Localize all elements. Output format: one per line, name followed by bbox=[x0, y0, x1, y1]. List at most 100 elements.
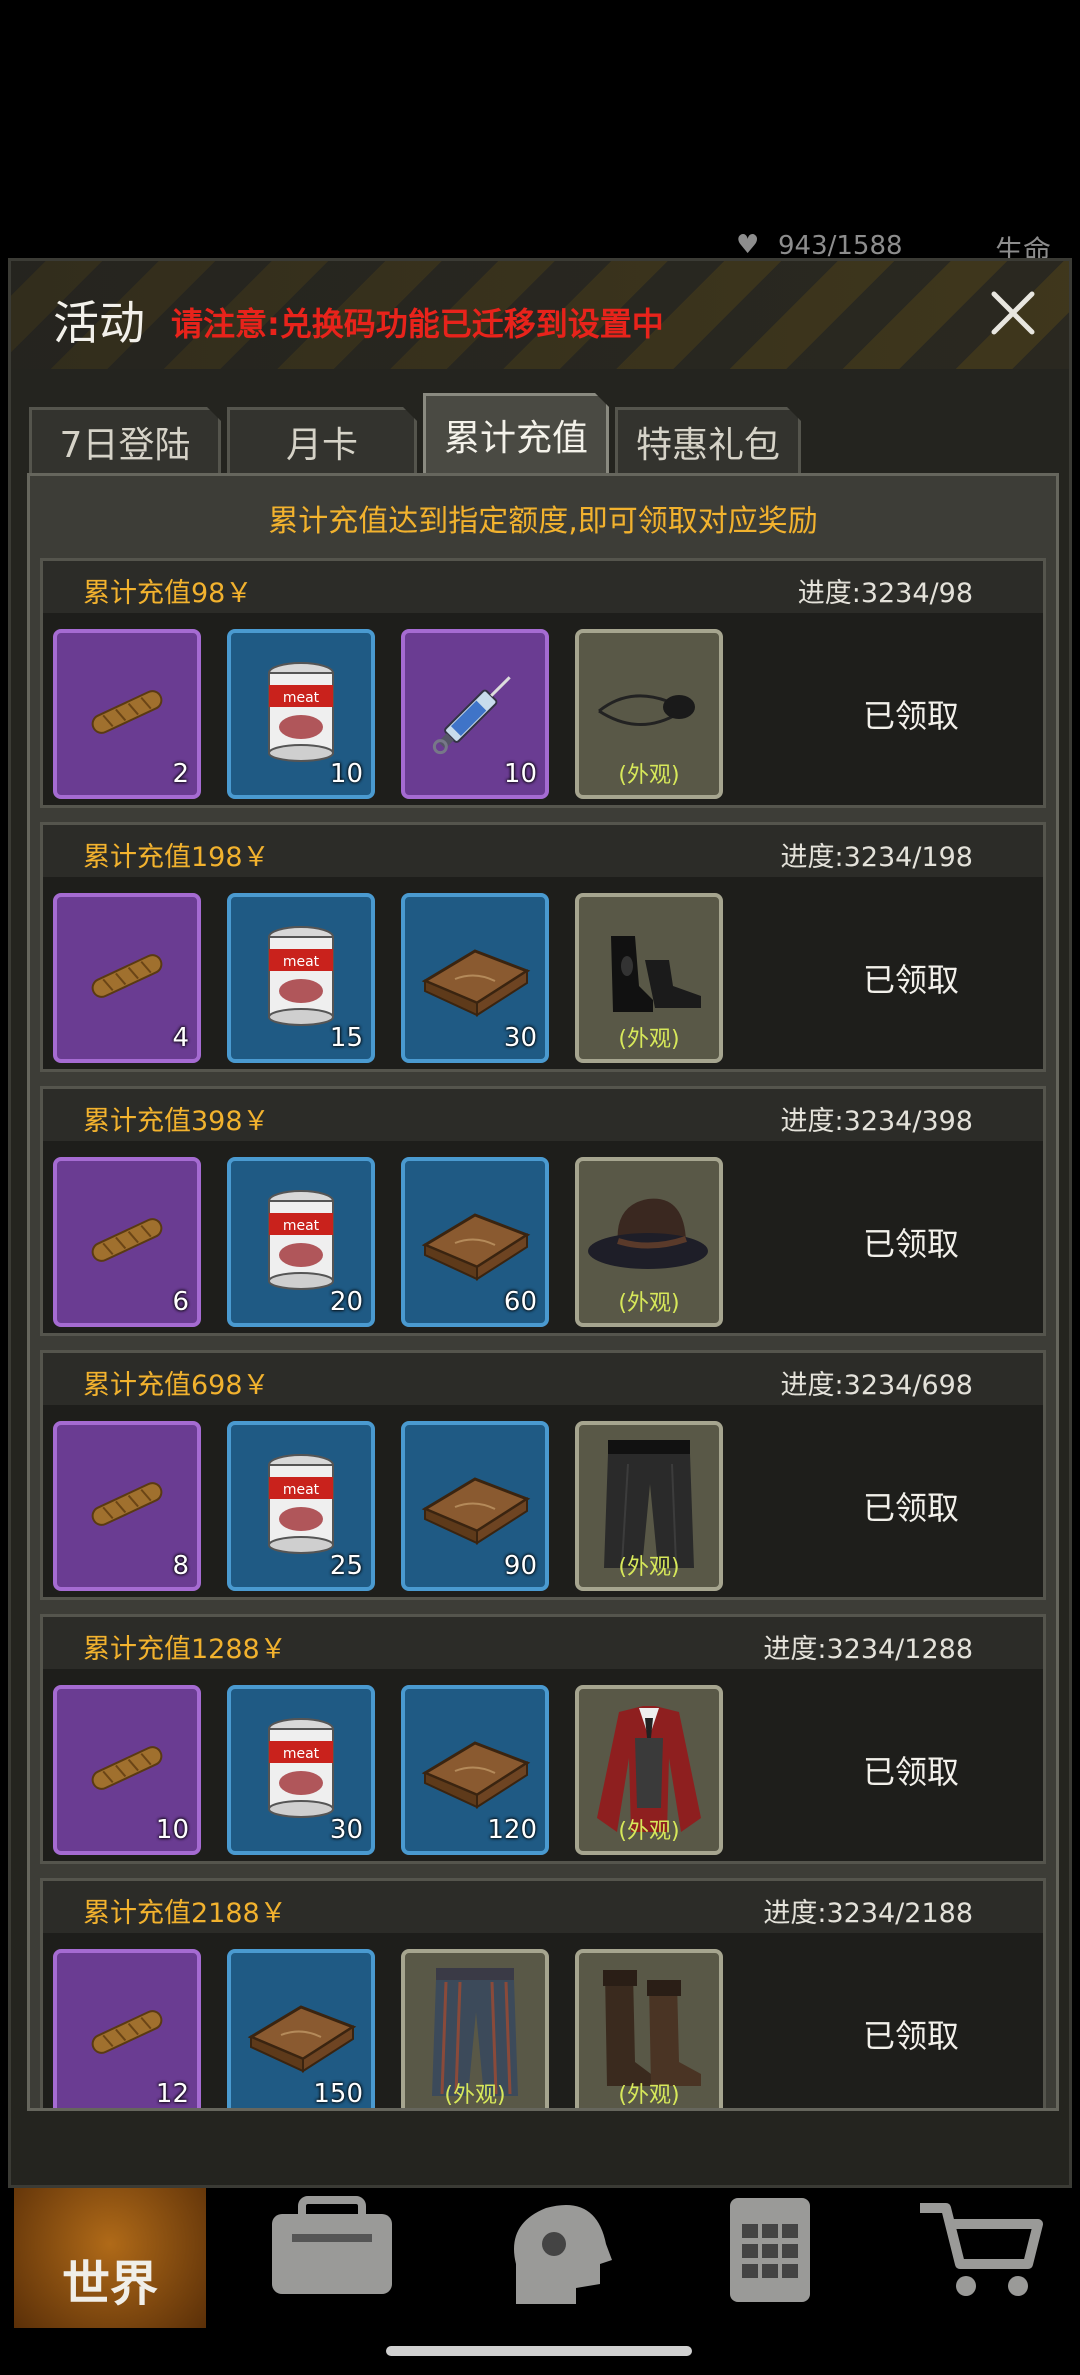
reward-item[interactable]: meat 20 bbox=[227, 1157, 375, 1327]
tab-special-pack[interactable]: 特惠礼包 bbox=[615, 407, 801, 473]
tier-list[interactable]: 累计充值98￥ 进度:3234/98 2 meat 10 10 (外观) 已领取 累计充值198… bbox=[40, 558, 1046, 2109]
tab-label: 累计充值 bbox=[443, 417, 588, 459]
item-count: 25 bbox=[329, 1551, 363, 1581]
meat-can-icon: meat bbox=[256, 657, 346, 771]
reward-tier: 累计充值398￥ 进度:3234/398 6 meat 20 60 (外观) 已领取 bbox=[40, 1086, 1046, 1336]
item-count: 60 bbox=[503, 1287, 537, 1317]
heart-icon: ♥ bbox=[736, 230, 760, 260]
tab-label: 7日登陆 bbox=[59, 424, 191, 466]
tier-progress: 进度:3234/2188 bbox=[763, 1898, 973, 1929]
reward-item[interactable]: 10 bbox=[401, 629, 549, 799]
item-count: 120 bbox=[487, 1815, 537, 1845]
head-profile-icon[interactable] bbox=[486, 2194, 626, 2304]
activity-panel: 活动 请注意:兑换码功能已迁移到设置中 7日登陆 月卡 累计充值 特惠礼包 累计… bbox=[8, 258, 1072, 2188]
notice-text: 请注意:兑换码功能已迁移到设置中 bbox=[171, 305, 664, 343]
tab-label: 特惠礼包 bbox=[635, 424, 780, 466]
reward-tier: 累计充值2188￥ 进度:3234/2188 12 150 (外观) (外观) 已领取 bbox=[40, 1878, 1046, 2109]
reward-item[interactable]: (外观) bbox=[401, 1949, 549, 2108]
reward-item[interactable]: (外观) bbox=[575, 893, 723, 1063]
item-tag: (外观) bbox=[444, 2083, 506, 2108]
meat-can-icon: meat bbox=[256, 921, 346, 1035]
tier-items: 8 meat 25 90 (外观) bbox=[53, 1421, 723, 1591]
reward-item[interactable]: (外观) bbox=[575, 1157, 723, 1327]
svg-text:meat: meat bbox=[283, 1482, 320, 1498]
tier-header: 累计充值1288￥ 进度:3234/1288 bbox=[43, 1617, 1043, 1669]
shopping-cart-icon[interactable] bbox=[910, 2194, 1050, 2304]
nav-world-button[interactable]: 世界 bbox=[14, 2188, 206, 2328]
wooden-crate-icon bbox=[415, 1723, 535, 1817]
reward-tier: 累计充值698￥ 进度:3234/698 8 meat 25 90 (外观) 已领取 bbox=[40, 1350, 1046, 1600]
tier-header: 累计充值198￥ 进度:3234/198 bbox=[43, 825, 1043, 877]
item-tag: (外观) bbox=[618, 763, 680, 788]
panel-title: 活动 bbox=[53, 296, 145, 350]
tier-items: 12 150 (外观) (外观) bbox=[53, 1949, 723, 2109]
reward-item[interactable]: 4 bbox=[53, 893, 201, 1063]
cigar-icon bbox=[82, 1723, 172, 1817]
item-tag: (外观) bbox=[618, 1027, 680, 1052]
item-tag: (外观) bbox=[618, 2083, 680, 2108]
tier-header: 累计充值98￥ 进度:3234/98 bbox=[43, 561, 1043, 613]
recharge-content[interactable]: 累计充值达到指定额度,即可领取对应奖励 累计充值98￥ 进度:3234/98 2 me… bbox=[27, 473, 1059, 2111]
tier-items: 10 meat 30 120 (外观) bbox=[53, 1685, 723, 1855]
item-tag: (外观) bbox=[618, 1819, 680, 1844]
reward-item[interactable]: (外观) bbox=[575, 1949, 723, 2108]
claimed-status[interactable]: 已领取 bbox=[863, 691, 959, 737]
reward-item[interactable]: 6 bbox=[53, 1157, 201, 1327]
svg-text:meat: meat bbox=[283, 1746, 320, 1762]
hat-icon bbox=[584, 1185, 714, 1299]
tier-items: 4 meat 15 30 (外观) bbox=[53, 893, 723, 1063]
reward-item[interactable]: 12 bbox=[53, 1949, 201, 2108]
tier-name: 累计充值698￥ bbox=[83, 1370, 270, 1401]
reward-item[interactable]: 150 bbox=[227, 1949, 375, 2109]
item-count: 10 bbox=[155, 1815, 189, 1845]
reward-item[interactable]: meat 30 bbox=[227, 1685, 375, 1855]
reward-item[interactable]: 60 bbox=[401, 1157, 549, 1327]
claimed-status[interactable]: 已领取 bbox=[863, 2011, 959, 2057]
reward-item[interactable]: 90 bbox=[401, 1421, 549, 1591]
reward-item[interactable]: 8 bbox=[53, 1421, 201, 1591]
item-count: 4 bbox=[172, 1023, 189, 1053]
phone-keypad-icon[interactable] bbox=[700, 2194, 840, 2304]
tier-progress: 进度:3234/1288 bbox=[763, 1634, 973, 1665]
close-button[interactable] bbox=[983, 283, 1043, 343]
reward-item[interactable]: (外观) bbox=[575, 629, 723, 799]
tier-header: 累计充值2188￥ 进度:3234/2188 bbox=[43, 1881, 1043, 1933]
claimed-status[interactable]: 已领取 bbox=[863, 1483, 959, 1529]
tab-cumulative-recharge[interactable]: 累计充值 bbox=[423, 393, 609, 473]
reward-item[interactable]: meat 15 bbox=[227, 893, 375, 1063]
reward-item[interactable]: meat 10 bbox=[227, 629, 375, 799]
reward-item[interactable]: 10 bbox=[53, 1685, 201, 1855]
bottom-nav: 世界 bbox=[0, 2188, 1080, 2328]
reward-item[interactable]: 2 bbox=[53, 629, 201, 799]
tab-7day-login[interactable]: 7日登陆 bbox=[29, 407, 221, 473]
item-tag: (外观) bbox=[618, 1291, 680, 1316]
backpack-icon[interactable] bbox=[262, 2194, 402, 2304]
tier-progress: 进度:3234/198 bbox=[780, 842, 973, 873]
tier-header: 累计充值698￥ 进度:3234/698 bbox=[43, 1353, 1043, 1405]
tab-bar: 7日登陆 月卡 累计充值 特惠礼包 bbox=[29, 399, 801, 473]
reward-item[interactable]: 120 bbox=[401, 1685, 549, 1855]
item-count: 150 bbox=[313, 2079, 363, 2109]
svg-text:meat: meat bbox=[283, 690, 320, 706]
svg-text:meat: meat bbox=[283, 1218, 320, 1234]
claimed-status[interactable]: 已领取 bbox=[863, 1747, 959, 1793]
tier-items: 6 meat 20 60 (外观) bbox=[53, 1157, 723, 1327]
item-count: 10 bbox=[503, 759, 537, 789]
wooden-crate-icon bbox=[415, 931, 535, 1025]
tab-monthly-card[interactable]: 月卡 bbox=[227, 407, 417, 473]
reward-item[interactable]: 30 bbox=[401, 893, 549, 1063]
claimed-status[interactable]: 已领取 bbox=[863, 1219, 959, 1265]
item-count: 30 bbox=[329, 1815, 363, 1845]
hp-value: 943/1588 bbox=[778, 231, 903, 261]
cigar-icon bbox=[82, 1459, 172, 1553]
tier-name: 累计充值98￥ bbox=[83, 578, 253, 609]
cigar-icon bbox=[82, 667, 172, 761]
reward-item[interactable]: (外观) bbox=[575, 1421, 723, 1591]
item-count: 10 bbox=[329, 759, 363, 789]
reward-item[interactable]: (外观) bbox=[575, 1685, 723, 1855]
claimed-status[interactable]: 已领取 bbox=[863, 955, 959, 1001]
home-indicator[interactable] bbox=[386, 2346, 692, 2356]
wooden-crate-icon bbox=[241, 1987, 361, 2081]
tier-progress: 进度:3234/398 bbox=[780, 1106, 973, 1137]
reward-item[interactable]: meat 25 bbox=[227, 1421, 375, 1591]
